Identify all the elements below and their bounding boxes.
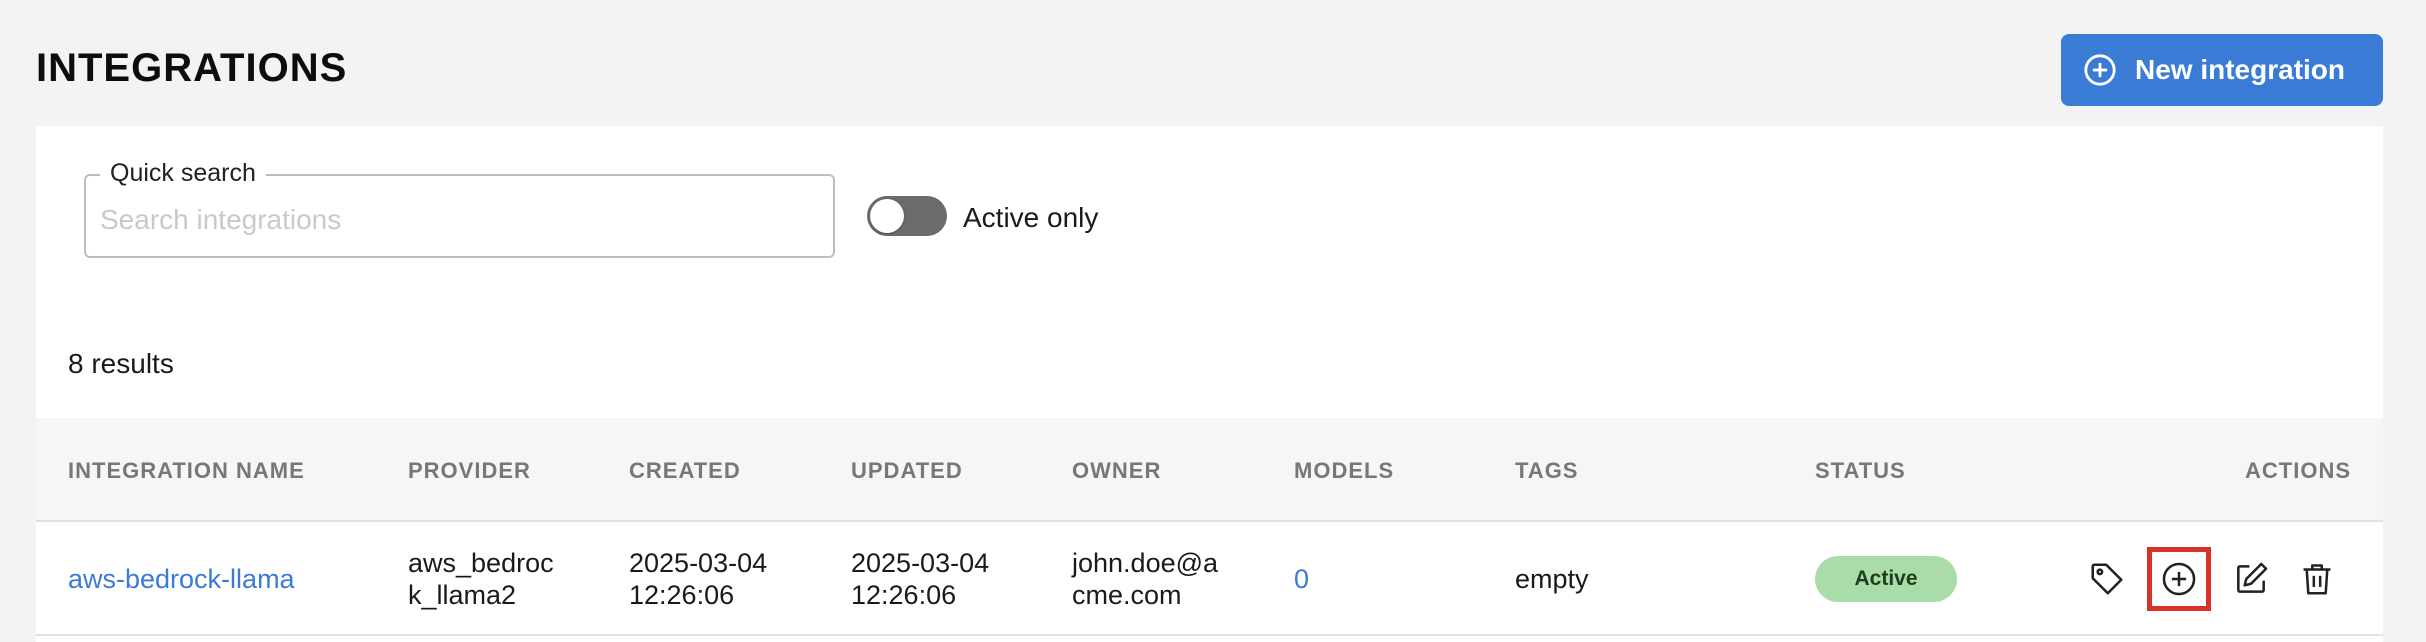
results-count: 8 results	[68, 348, 174, 379]
edit-button[interactable]	[2228, 556, 2274, 602]
owner-line: cme.com	[1072, 580, 1182, 610]
page-title: INTEGRATIONS	[36, 46, 348, 90]
plus-circle-icon	[2160, 560, 2198, 598]
column-header-owner: OWNER	[1072, 458, 1162, 483]
edit-icon	[2232, 560, 2270, 598]
delete-button[interactable]	[2294, 556, 2340, 602]
status-badge: Active	[1815, 556, 1957, 602]
created-cell: 2025-03-04 12:26:06	[629, 547, 767, 611]
provider-line: k_llama2	[408, 580, 517, 610]
new-integration-label: New integration	[2135, 54, 2346, 85]
column-header-actions: ACTIONS	[2245, 458, 2351, 483]
tags-cell: empty	[1515, 564, 1589, 594]
toggle-knob	[870, 199, 904, 233]
provider-line: aws_bedroc	[408, 548, 554, 578]
table-header: INTEGRATION NAME PROVIDER CREATED UPDATE…	[36, 418, 2383, 522]
active-only-toggle[interactable]	[867, 196, 947, 236]
tag-button[interactable]	[2084, 556, 2130, 602]
plus-circle-icon	[2083, 53, 2117, 87]
column-header-status: STATUS	[1815, 458, 1906, 483]
updated-date: 2025-03-04	[851, 548, 990, 578]
owner-line: john.doe@a	[1072, 548, 1219, 578]
add-model-button[interactable]	[2147, 547, 2211, 611]
integrations-card: Quick search Active only 8 results INTEG…	[36, 126, 2383, 642]
column-header-name: INTEGRATION NAME	[68, 458, 305, 483]
column-header-created: CREATED	[629, 458, 741, 483]
created-date: 2025-03-04	[629, 548, 768, 578]
provider-cell: aws_bedroc k_llama2	[408, 547, 554, 611]
tag-icon	[2088, 560, 2126, 598]
trash-icon	[2298, 560, 2336, 598]
column-header-updated: UPDATED	[851, 458, 963, 483]
owner-cell: john.doe@a cme.com	[1072, 547, 1218, 611]
updated-cell: 2025-03-04 12:26:06	[851, 547, 989, 611]
integration-name-link[interactable]: aws-bedrock-llama	[68, 563, 295, 595]
models-count-link[interactable]: 0	[1294, 563, 1309, 595]
table-row: aws-bedrock-llama aws_bedroc k_llama2 20…	[36, 522, 2383, 636]
updated-time: 12:26:06	[851, 580, 957, 610]
new-integration-button[interactable]: New integration	[2061, 34, 2383, 106]
quick-search-label: Quick search	[100, 159, 266, 188]
column-header-models: MODELS	[1294, 458, 1395, 483]
column-header-tags: TAGS	[1515, 458, 1579, 483]
active-only-label: Active only	[963, 202, 1099, 233]
quick-search-field: Quick search	[84, 159, 835, 258]
search-input[interactable]	[100, 198, 820, 242]
column-header-provider: PROVIDER	[408, 458, 531, 483]
created-time: 12:26:06	[629, 580, 735, 610]
